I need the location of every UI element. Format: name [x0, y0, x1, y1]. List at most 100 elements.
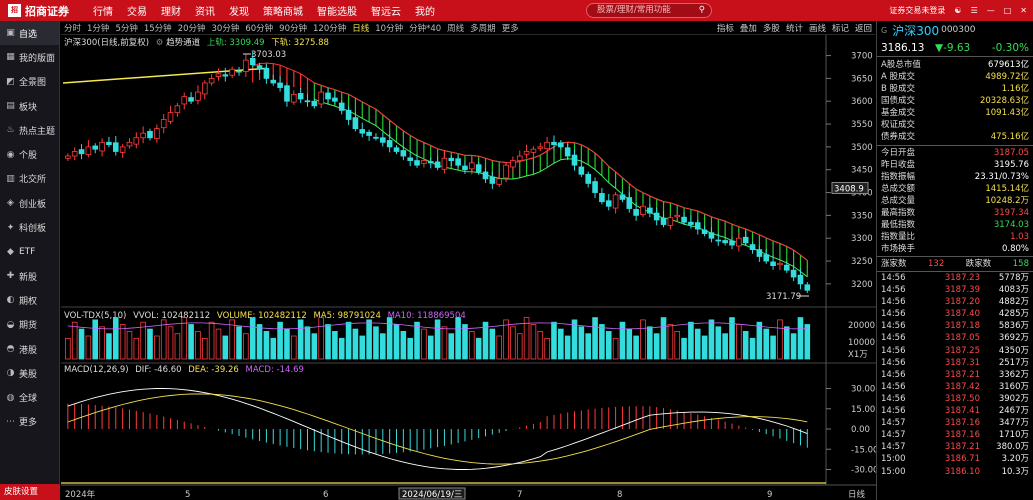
- tick-list[interactable]: 14:56 3187.23 5778万 14:56 3187.39 4083万 14:56 3…: [877, 272, 1033, 478]
- sidebar-item-9[interactable]: ◆ ETF: [0, 240, 59, 264]
- menu-item-6[interactable]: 智能选股: [317, 3, 357, 18]
- chart-tool-5[interactable]: 标记: [832, 22, 849, 34]
- menu-item-3[interactable]: 资讯: [195, 3, 215, 18]
- maximize-icon[interactable]: □: [1004, 6, 1012, 15]
- close-icon[interactable]: ✕: [1020, 6, 1027, 15]
- sidebar-item-15[interactable]: ◍ 全球: [0, 385, 59, 409]
- kline-chart[interactable]: 3700365036003550350034503400335033003250…: [61, 35, 876, 500]
- search-icon[interactable]: ⚲: [699, 4, 705, 17]
- price-axis-label: 3700: [851, 52, 873, 62]
- sidebar: ▣ 自选 ▦ 我的版面 ◩ 全景图 ▤ 板块 ♨ 热点主题 ◉ 个股 ▥ 北交所 ◈ 创业板 ✦ 科创板 ◆ ETF ✚…: [0, 21, 60, 500]
- timeframe-tab-12[interactable]: 周线: [447, 22, 464, 34]
- menu-item-5[interactable]: 策略商城: [263, 3, 303, 18]
- option-icon: ◐: [6, 295, 15, 306]
- sidebar-item-2[interactable]: ◩ 全景图: [0, 70, 59, 94]
- timeframe-tab-11[interactable]: 分钟*40: [409, 22, 441, 34]
- cursor-price-label: 3408.9: [834, 184, 864, 194]
- menu-item-4[interactable]: 发现: [229, 3, 249, 18]
- volume-bar: [380, 333, 386, 360]
- sidebar-item-6[interactable]: ▥ 北交所: [0, 167, 59, 191]
- quote-row: A 股成交 4989.72亿: [877, 71, 1033, 83]
- timeframe-tab-13[interactable]: 多周期: [470, 22, 496, 34]
- candle: [503, 164, 509, 179]
- volume-bar: [352, 328, 359, 360]
- sidebar-item-10[interactable]: ✚ 新股: [0, 264, 59, 288]
- volume-bar: [523, 317, 530, 360]
- candle: [78, 149, 85, 155]
- tick-volume: 4882万: [998, 297, 1029, 308]
- chart-tool-4[interactable]: 画线: [809, 22, 826, 34]
- candle: [427, 161, 434, 164]
- candle: [544, 141, 550, 150]
- sidebar-item-13[interactable]: ◓ 港股: [0, 337, 59, 361]
- minimize-icon[interactable]: —: [987, 6, 995, 15]
- timeframe-tab-2[interactable]: 5分钟: [115, 22, 137, 34]
- timeframe-tab-8[interactable]: 120分钟: [313, 22, 346, 34]
- candle: [715, 239, 722, 242]
- chart-tool-1[interactable]: 叠加: [740, 22, 757, 34]
- sidebar-item-14[interactable]: ◑ 美股: [0, 361, 59, 385]
- macd-axis-label: -30.00: [851, 466, 876, 476]
- quote-value: 1.16亿: [1001, 84, 1029, 94]
- search-input[interactable]: 股票/理财/常用功能 ⚲: [586, 3, 712, 18]
- quote-row: 债券成交 475.16亿: [877, 131, 1033, 143]
- volume-bar: [421, 328, 427, 360]
- sidebar-item-4[interactable]: ♨ 热点主题: [0, 118, 59, 142]
- timeframe-tab-9[interactable]: 日线: [352, 22, 369, 34]
- skin-settings-button[interactable]: 皮肤设置: [0, 484, 60, 500]
- volume-bar: [85, 335, 92, 360]
- timeframe-tab-0[interactable]: 分时: [64, 22, 81, 34]
- timeframe-tab-6[interactable]: 60分钟: [245, 22, 273, 34]
- tick-price: 3187.40: [944, 309, 980, 320]
- menu-item-7[interactable]: 智远云: [371, 3, 401, 18]
- candle: [551, 141, 557, 146]
- us-icon: ◑: [6, 368, 15, 379]
- volume-axis-label: 10000: [848, 338, 875, 348]
- chart-tool-6[interactable]: 返回: [855, 22, 872, 34]
- logo-badge: 招商: [8, 4, 21, 27]
- time-axis-label: 9: [767, 490, 772, 500]
- menu-item-8[interactable]: 我的: [415, 3, 435, 18]
- tick-price: 3187.21: [944, 369, 980, 380]
- sidebar-item-1[interactable]: ▦ 我的版面: [0, 45, 59, 69]
- sidebar-item-7[interactable]: ◈ 创业板: [0, 191, 59, 215]
- sidebar-item-8[interactable]: ✦ 科创板: [0, 215, 59, 239]
- candle: [605, 200, 612, 207]
- candle: [694, 222, 701, 230]
- candle: [455, 158, 461, 166]
- candle: [558, 142, 564, 148]
- sidebar-item-5[interactable]: ◉ 个股: [0, 142, 59, 166]
- sidebar-item-0[interactable]: ▣ 自选: [0, 21, 59, 46]
- volume-bar: [770, 335, 776, 360]
- skin-settings-label: 皮肤设置: [4, 487, 39, 497]
- volume-bar: [633, 335, 639, 360]
- period-label: 日线: [848, 489, 866, 500]
- sidebar-item-12[interactable]: ◒ 期货: [0, 313, 59, 337]
- chart-tool-2[interactable]: 多股: [763, 22, 780, 34]
- sidebar-item-11[interactable]: ◐ 期权: [0, 288, 59, 312]
- menu-item-1[interactable]: 交易: [127, 3, 147, 18]
- timeframe-tab-7[interactable]: 90分钟: [279, 22, 307, 34]
- app-logo[interactable]: 招商 招商证券: [0, 3, 86, 27]
- candle: [181, 96, 188, 105]
- timeframe-tab-10[interactable]: 10分钟: [375, 22, 403, 34]
- chart-tool-3[interactable]: 统计: [786, 22, 803, 34]
- volume-bar: [236, 326, 242, 360]
- volume-bar: [503, 319, 509, 360]
- timeframe-tab-4[interactable]: 20分钟: [178, 22, 206, 34]
- sidebar-item-3[interactable]: ▤ 板块: [0, 94, 59, 118]
- timeframe-tab-5[interactable]: 30分钟: [212, 22, 240, 34]
- candle: [284, 85, 290, 102]
- menu-item-0[interactable]: 行情: [93, 3, 113, 18]
- timeframe-tab-14[interactable]: 更多: [502, 22, 519, 34]
- chart-tool-0[interactable]: 指标: [717, 22, 734, 34]
- menu-item-2[interactable]: 理财: [161, 3, 181, 18]
- login-status[interactable]: 证券交易未登录: [889, 5, 945, 16]
- sidebar-item-16[interactable]: ⋯ 更多: [0, 410, 59, 434]
- menu-icon[interactable]: ☰: [971, 6, 978, 15]
- timeframe-tab-3[interactable]: 15分钟: [144, 22, 172, 34]
- sidebar-item-label: 期货: [19, 321, 38, 332]
- quote-label: 最高指数: [881, 208, 916, 218]
- timeframe-tab-1[interactable]: 1分钟: [87, 22, 109, 34]
- skin-icon[interactable]: ☯: [954, 6, 961, 15]
